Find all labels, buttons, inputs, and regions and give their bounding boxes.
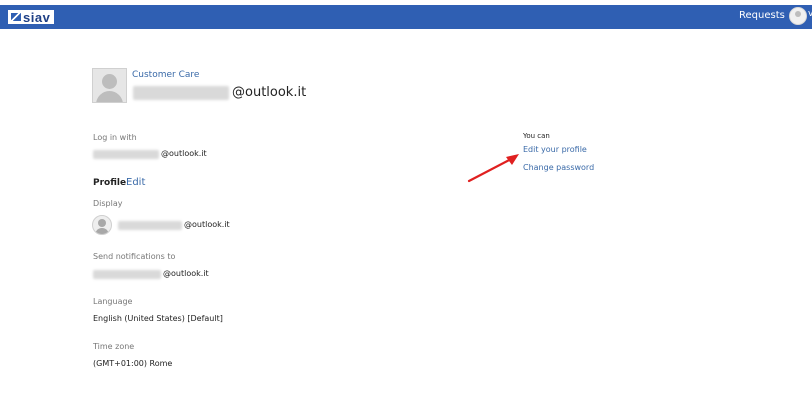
user-menu-truncated[interactable]: v [808,9,812,19]
siav-logo[interactable]: siav [8,9,55,25]
logo-text: siav [23,9,51,25]
login-value: @outlook.it [161,149,207,158]
notifications-value: @outlook.it [163,269,209,278]
redacted-username [133,86,229,100]
notifications-label: Send notifications to [93,252,176,261]
change-password-link[interactable]: Change password [523,163,594,172]
profile-avatar-icon [92,68,127,103]
language-label: Language [93,297,133,306]
red-arrow-annotation [467,154,519,183]
top-navigation-bar: siav Requests v [0,5,812,29]
profile-edit-link[interactable]: Edit [126,177,145,188]
logo-mark-icon [11,13,21,21]
timezone-value: (GMT+01:00) Rome [93,359,173,368]
user-avatar-icon[interactable] [789,7,807,25]
display-avatar-icon [92,215,112,235]
actions-heading: You can [523,132,550,140]
user-email-domain: @outlook.it [232,85,307,100]
redacted-notifications [93,270,161,279]
redacted-login [93,150,159,159]
display-label: Display [93,199,123,208]
login-label: Log in with [93,133,137,142]
timezone-label: Time zone [93,342,135,351]
requests-link[interactable]: Requests [739,10,785,21]
redacted-display [118,221,182,230]
organization-name[interactable]: Customer Care [132,70,199,80]
display-value: @outlook.it [184,220,230,229]
language-value: English (United States) [Default] [93,314,223,323]
edit-profile-link[interactable]: Edit your profile [523,145,587,154]
profile-heading: Profile [93,178,127,188]
